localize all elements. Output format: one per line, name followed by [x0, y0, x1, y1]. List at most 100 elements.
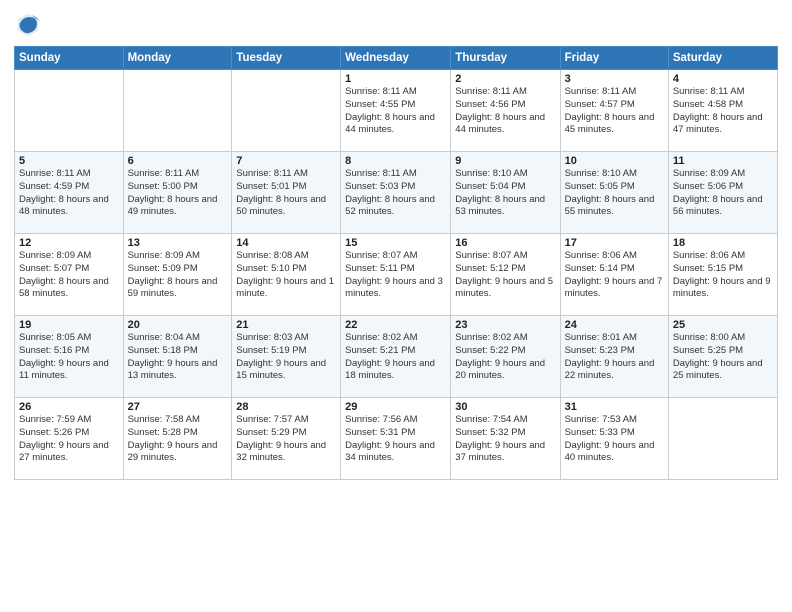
- day-info: Sunrise: 8:09 AM Sunset: 5:06 PM Dayligh…: [673, 168, 773, 219]
- calendar-cell: 9Sunrise: 8:10 AM Sunset: 5:04 PM Daylig…: [451, 152, 560, 234]
- calendar-cell: [15, 70, 124, 152]
- calendar-cell: 16Sunrise: 8:07 AM Sunset: 5:12 PM Dayli…: [451, 234, 560, 316]
- day-number: 18: [673, 237, 773, 249]
- day-number: 10: [565, 155, 664, 167]
- day-number: 14: [236, 237, 336, 249]
- day-number: 27: [128, 401, 228, 413]
- calendar-cell: 2Sunrise: 8:11 AM Sunset: 4:56 PM Daylig…: [451, 70, 560, 152]
- calendar-week-row: 26Sunrise: 7:59 AM Sunset: 5:26 PM Dayli…: [15, 398, 778, 480]
- day-number: 15: [345, 237, 446, 249]
- calendar-cell: 24Sunrise: 8:01 AM Sunset: 5:23 PM Dayli…: [560, 316, 668, 398]
- day-info: Sunrise: 8:10 AM Sunset: 5:05 PM Dayligh…: [565, 168, 664, 219]
- calendar-cell: 6Sunrise: 8:11 AM Sunset: 5:00 PM Daylig…: [123, 152, 232, 234]
- day-info: Sunrise: 8:06 AM Sunset: 5:15 PM Dayligh…: [673, 250, 773, 301]
- col-header-monday: Monday: [123, 47, 232, 70]
- col-header-saturday: Saturday: [668, 47, 777, 70]
- day-info: Sunrise: 8:11 AM Sunset: 5:00 PM Dayligh…: [128, 168, 228, 219]
- calendar-cell: 10Sunrise: 8:10 AM Sunset: 5:05 PM Dayli…: [560, 152, 668, 234]
- day-info: Sunrise: 8:11 AM Sunset: 4:57 PM Dayligh…: [565, 86, 664, 137]
- calendar-cell: 7Sunrise: 8:11 AM Sunset: 5:01 PM Daylig…: [232, 152, 341, 234]
- day-number: 22: [345, 319, 446, 331]
- day-number: 12: [19, 237, 119, 249]
- calendar-cell: 25Sunrise: 8:00 AM Sunset: 5:25 PM Dayli…: [668, 316, 777, 398]
- day-number: 4: [673, 73, 773, 85]
- col-header-sunday: Sunday: [15, 47, 124, 70]
- calendar-header-row: SundayMondayTuesdayWednesdayThursdayFrid…: [15, 47, 778, 70]
- day-number: 31: [565, 401, 664, 413]
- day-number: 24: [565, 319, 664, 331]
- day-number: 8: [345, 155, 446, 167]
- day-info: Sunrise: 8:09 AM Sunset: 5:09 PM Dayligh…: [128, 250, 228, 301]
- day-info: Sunrise: 8:00 AM Sunset: 5:25 PM Dayligh…: [673, 332, 773, 383]
- day-info: Sunrise: 8:09 AM Sunset: 5:07 PM Dayligh…: [19, 250, 119, 301]
- day-info: Sunrise: 8:10 AM Sunset: 5:04 PM Dayligh…: [455, 168, 555, 219]
- day-number: 23: [455, 319, 555, 331]
- day-info: Sunrise: 7:59 AM Sunset: 5:26 PM Dayligh…: [19, 414, 119, 465]
- calendar-cell: 22Sunrise: 8:02 AM Sunset: 5:21 PM Dayli…: [341, 316, 451, 398]
- day-number: 20: [128, 319, 228, 331]
- day-number: 2: [455, 73, 555, 85]
- col-header-friday: Friday: [560, 47, 668, 70]
- day-info: Sunrise: 8:11 AM Sunset: 4:58 PM Dayligh…: [673, 86, 773, 137]
- day-number: 26: [19, 401, 119, 413]
- calendar-cell: 27Sunrise: 7:58 AM Sunset: 5:28 PM Dayli…: [123, 398, 232, 480]
- day-info: Sunrise: 7:56 AM Sunset: 5:31 PM Dayligh…: [345, 414, 446, 465]
- calendar-cell: 14Sunrise: 8:08 AM Sunset: 5:10 PM Dayli…: [232, 234, 341, 316]
- day-number: 29: [345, 401, 446, 413]
- calendar-cell: 15Sunrise: 8:07 AM Sunset: 5:11 PM Dayli…: [341, 234, 451, 316]
- col-header-thursday: Thursday: [451, 47, 560, 70]
- day-number: 28: [236, 401, 336, 413]
- day-number: 21: [236, 319, 336, 331]
- day-number: 13: [128, 237, 228, 249]
- calendar-week-row: 5Sunrise: 8:11 AM Sunset: 4:59 PM Daylig…: [15, 152, 778, 234]
- calendar-table: SundayMondayTuesdayWednesdayThursdayFrid…: [14, 46, 778, 480]
- calendar-cell: 30Sunrise: 7:54 AM Sunset: 5:32 PM Dayli…: [451, 398, 560, 480]
- logo-icon: [14, 10, 42, 38]
- day-info: Sunrise: 8:03 AM Sunset: 5:19 PM Dayligh…: [236, 332, 336, 383]
- calendar-cell: 18Sunrise: 8:06 AM Sunset: 5:15 PM Dayli…: [668, 234, 777, 316]
- day-info: Sunrise: 8:07 AM Sunset: 5:12 PM Dayligh…: [455, 250, 555, 301]
- day-info: Sunrise: 8:11 AM Sunset: 4:56 PM Dayligh…: [455, 86, 555, 137]
- calendar-cell: 12Sunrise: 8:09 AM Sunset: 5:07 PM Dayli…: [15, 234, 124, 316]
- day-number: 25: [673, 319, 773, 331]
- calendar-cell: 29Sunrise: 7:56 AM Sunset: 5:31 PM Dayli…: [341, 398, 451, 480]
- day-info: Sunrise: 7:58 AM Sunset: 5:28 PM Dayligh…: [128, 414, 228, 465]
- logo: [14, 10, 46, 38]
- calendar-cell: 20Sunrise: 8:04 AM Sunset: 5:18 PM Dayli…: [123, 316, 232, 398]
- calendar-cell: 28Sunrise: 7:57 AM Sunset: 5:29 PM Dayli…: [232, 398, 341, 480]
- day-info: Sunrise: 8:11 AM Sunset: 5:01 PM Dayligh…: [236, 168, 336, 219]
- calendar-cell: 21Sunrise: 8:03 AM Sunset: 5:19 PM Dayli…: [232, 316, 341, 398]
- day-info: Sunrise: 8:08 AM Sunset: 5:10 PM Dayligh…: [236, 250, 336, 301]
- day-number: 7: [236, 155, 336, 167]
- calendar-cell: 23Sunrise: 8:02 AM Sunset: 5:22 PM Dayli…: [451, 316, 560, 398]
- day-info: Sunrise: 8:06 AM Sunset: 5:14 PM Dayligh…: [565, 250, 664, 301]
- calendar-cell: 3Sunrise: 8:11 AM Sunset: 4:57 PM Daylig…: [560, 70, 668, 152]
- calendar-cell: 13Sunrise: 8:09 AM Sunset: 5:09 PM Dayli…: [123, 234, 232, 316]
- day-info: Sunrise: 8:07 AM Sunset: 5:11 PM Dayligh…: [345, 250, 446, 301]
- day-info: Sunrise: 7:53 AM Sunset: 5:33 PM Dayligh…: [565, 414, 664, 465]
- day-info: Sunrise: 8:02 AM Sunset: 5:22 PM Dayligh…: [455, 332, 555, 383]
- calendar-cell: [123, 70, 232, 152]
- day-number: 9: [455, 155, 555, 167]
- calendar-cell: 26Sunrise: 7:59 AM Sunset: 5:26 PM Dayli…: [15, 398, 124, 480]
- day-info: Sunrise: 8:11 AM Sunset: 5:03 PM Dayligh…: [345, 168, 446, 219]
- calendar-week-row: 12Sunrise: 8:09 AM Sunset: 5:07 PM Dayli…: [15, 234, 778, 316]
- day-number: 6: [128, 155, 228, 167]
- calendar-cell: 5Sunrise: 8:11 AM Sunset: 4:59 PM Daylig…: [15, 152, 124, 234]
- calendar-cell: 17Sunrise: 8:06 AM Sunset: 5:14 PM Dayli…: [560, 234, 668, 316]
- page-header: [14, 10, 778, 38]
- calendar-cell: 19Sunrise: 8:05 AM Sunset: 5:16 PM Dayli…: [15, 316, 124, 398]
- day-number: 16: [455, 237, 555, 249]
- calendar-cell: 8Sunrise: 8:11 AM Sunset: 5:03 PM Daylig…: [341, 152, 451, 234]
- calendar-cell: 4Sunrise: 8:11 AM Sunset: 4:58 PM Daylig…: [668, 70, 777, 152]
- calendar-cell: 11Sunrise: 8:09 AM Sunset: 5:06 PM Dayli…: [668, 152, 777, 234]
- day-number: 17: [565, 237, 664, 249]
- day-info: Sunrise: 8:04 AM Sunset: 5:18 PM Dayligh…: [128, 332, 228, 383]
- day-info: Sunrise: 8:02 AM Sunset: 5:21 PM Dayligh…: [345, 332, 446, 383]
- day-number: 30: [455, 401, 555, 413]
- col-header-tuesday: Tuesday: [232, 47, 341, 70]
- day-info: Sunrise: 8:01 AM Sunset: 5:23 PM Dayligh…: [565, 332, 664, 383]
- day-info: Sunrise: 8:05 AM Sunset: 5:16 PM Dayligh…: [19, 332, 119, 383]
- day-number: 5: [19, 155, 119, 167]
- day-number: 1: [345, 73, 446, 85]
